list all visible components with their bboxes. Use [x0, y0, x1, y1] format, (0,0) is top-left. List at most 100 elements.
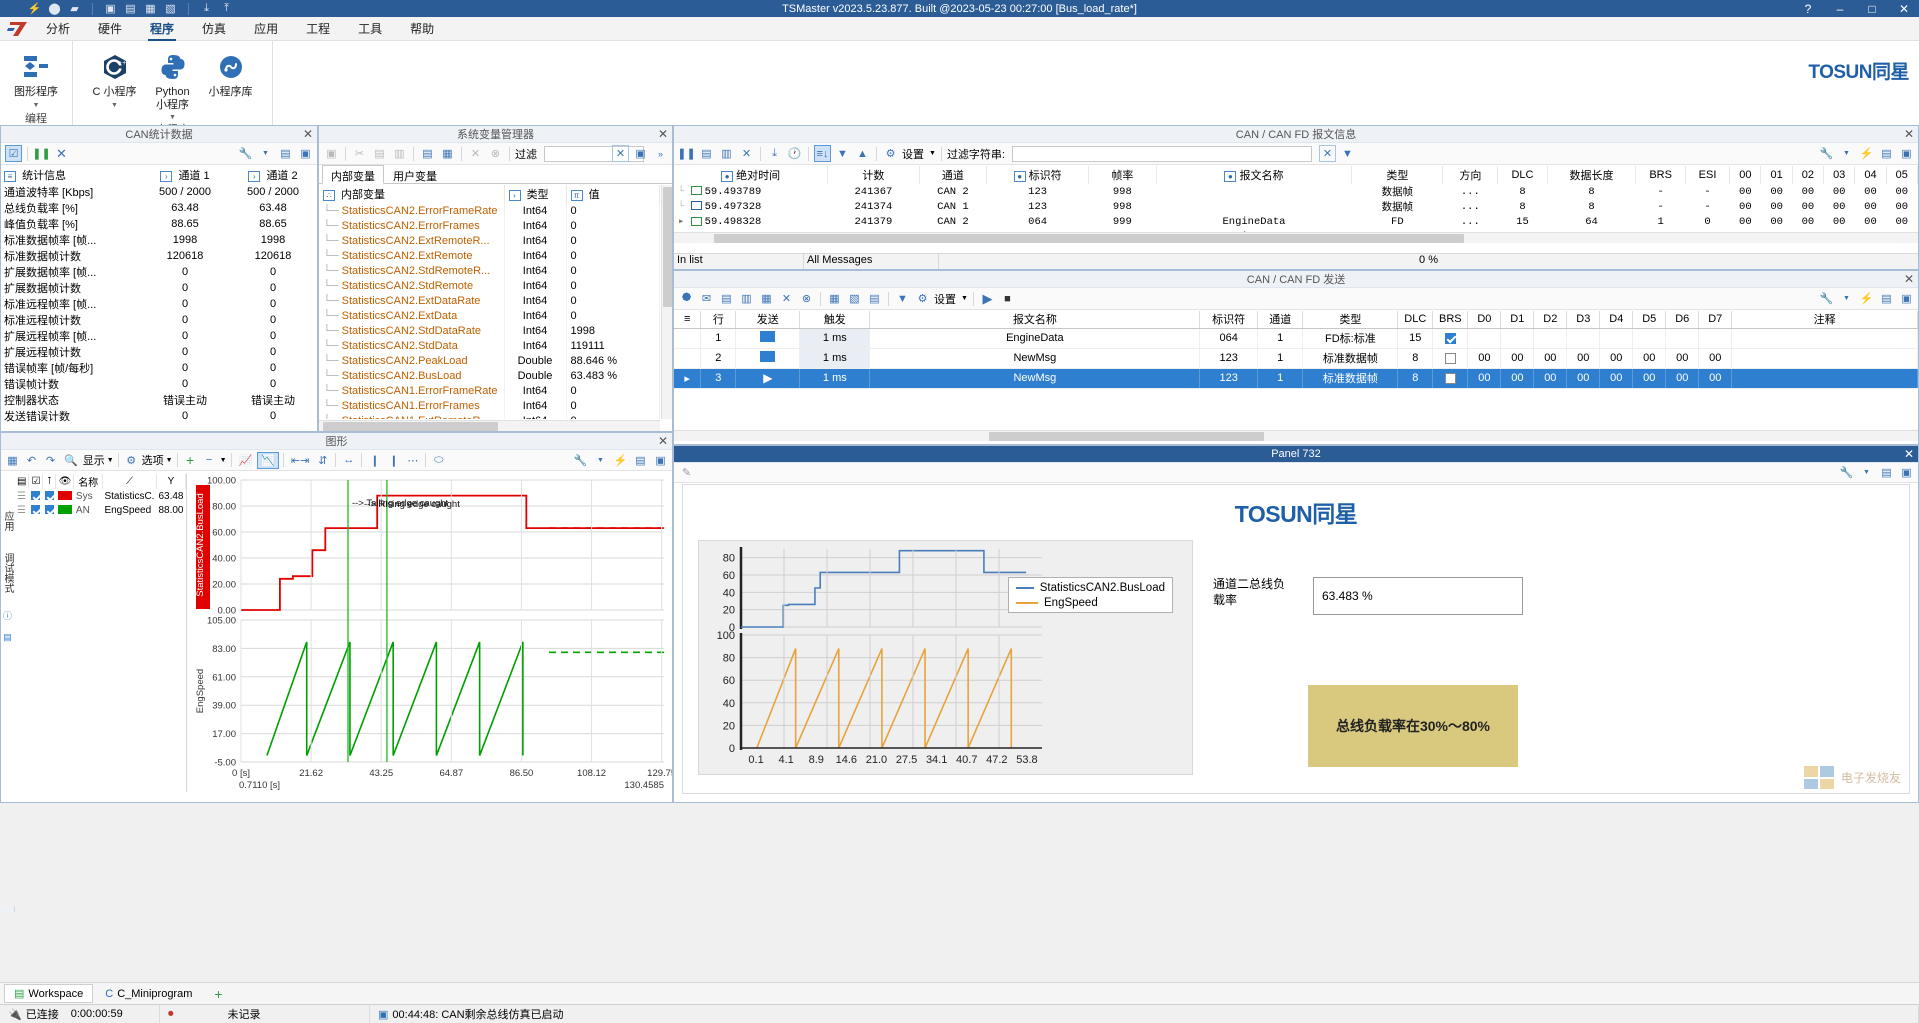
table-row[interactable]: └─ StatisticsCAN2.BusLoad Double 63.483 …: [319, 368, 660, 383]
more-icon[interactable]: »: [652, 145, 669, 162]
table-row[interactable]: 标准远程帧计数 0 0: [1, 312, 317, 328]
add-signal-icon[interactable]: +: [182, 452, 199, 469]
undo-icon[interactable]: ↶: [23, 452, 40, 469]
col-header-2[interactable]: 通道: [919, 166, 988, 184]
tx-message-name[interactable]: NewMsg: [869, 368, 1201, 389]
col-header-11[interactable]: D1: [1500, 311, 1535, 329]
filter-icon[interactable]: ▼: [1339, 145, 1356, 162]
pause-icon[interactable]: ❚❚: [677, 145, 695, 162]
table-row[interactable]: 扩展数据帧率 [帧... 0 0: [1, 264, 317, 280]
record-icon[interactable]: ⬤: [48, 2, 61, 15]
filter-icon[interactable]: ▼: [894, 290, 911, 307]
table-row[interactable]: └─ StatisticsCAN2.ExtRemoteR... Int64 0: [319, 233, 660, 248]
legend-drag-handle[interactable]: ☰: [15, 503, 29, 517]
chevron-down-icon[interactable]: ▼: [1838, 145, 1855, 162]
side-tab-application[interactable]: 应用: [0, 505, 16, 537]
table-row[interactable]: └─ StatisticsCAN2.PeakLoad Double 88.646…: [319, 353, 660, 368]
gear-icon[interactable]: ⚙: [914, 290, 931, 307]
table-row[interactable]: └─ StatisticsCAN2.StdData Int64 119111: [319, 338, 660, 353]
popout-icon[interactable]: ▣: [1898, 464, 1915, 481]
download-icon[interactable]: ⤓: [200, 2, 213, 15]
popout-icon[interactable]: ▣: [652, 452, 669, 469]
delete-icon[interactable]: ✕: [467, 145, 484, 162]
tx-data-byte[interactable]: 00: [1665, 368, 1700, 389]
table-row[interactable]: 峰值负载率 [%] 88.65 88.65: [1, 216, 317, 232]
popout-icon[interactable]: ▣: [297, 145, 314, 162]
col-header-5[interactable]: ● 报文名称: [1156, 166, 1353, 184]
sort-desc-icon[interactable]: ▼: [834, 145, 851, 162]
menu-item-hardware[interactable]: 硬件: [84, 17, 136, 40]
col-header-14[interactable]: D4: [1599, 311, 1634, 329]
can-message-settings-label[interactable]: 设置: [902, 146, 924, 162]
close-icon[interactable]: ✕: [658, 127, 668, 141]
close-button[interactable]: ✕: [1893, 2, 1915, 16]
col-header-18[interactable]: 注释: [1731, 311, 1918, 329]
tx-channel[interactable]: 1: [1257, 348, 1304, 369]
table-row[interactable]: 标准数据帧计数 120618 120618: [1, 248, 317, 264]
col-header-4[interactable]: 帧率: [1088, 166, 1157, 184]
tx-identifier[interactable]: 064: [1199, 328, 1259, 349]
table-row[interactable]: 11 ms EngineData 064 1 FD标:标准 15: [674, 328, 1918, 349]
table-row[interactable]: 扩展数据帧计数 0 0: [1, 280, 317, 296]
clear-icon[interactable]: ✕: [738, 145, 755, 162]
zoom-icon[interactable]: 🔍: [61, 452, 81, 469]
graph-display-label[interactable]: 显示: [83, 452, 105, 468]
tx-data-byte[interactable]: 00: [1533, 348, 1568, 369]
line-chart-icon[interactable]: 📈: [236, 452, 256, 469]
lightning-icon[interactable]: ⚡: [1858, 290, 1875, 307]
clear-filter-icon[interactable]: ✕: [1319, 145, 1336, 162]
list-item[interactable]: ☰ AN EngSpeed 88.00: [15, 503, 186, 517]
tx-brs-checkbox[interactable]: [1432, 328, 1469, 349]
can-message-horizontal-scrollbar[interactable]: [674, 232, 1918, 243]
col-header-12[interactable]: D2: [1533, 311, 1568, 329]
col-header-17[interactable]: D7: [1698, 311, 1733, 329]
paste-icon[interactable]: ▥: [391, 145, 408, 162]
tx-comment[interactable]: [1731, 368, 1918, 389]
graph-options-label[interactable]: 选项: [142, 452, 164, 468]
tab-user-variables[interactable]: 用户变量: [384, 165, 446, 183]
fit-horizontal-icon[interactable]: ⇤⇥: [288, 452, 312, 469]
table-row[interactable]: 扩展远程帧率 [帧... 0 0: [1, 328, 317, 344]
table-row[interactable]: 标准数据帧率 [帧... 1998 1998: [1, 232, 317, 248]
new-icon[interactable]: ▣: [104, 2, 117, 15]
export-icon[interactable]: ▤: [632, 452, 649, 469]
table-row[interactable]: 控制器状态 错误主动 错误主动: [1, 392, 317, 408]
busload-value-box[interactable]: 63.483 %: [1313, 577, 1523, 615]
tx-data-byte[interactable]: 00: [1500, 368, 1535, 389]
popout-icon[interactable]: ▣: [1898, 290, 1915, 307]
col-header-5[interactable]: 标识符: [1199, 311, 1259, 329]
tx-data-byte[interactable]: [1566, 328, 1601, 349]
add-message-icon[interactable]: ⯄: [678, 290, 695, 307]
play-icon[interactable]: ▶: [979, 290, 996, 307]
c-miniprogram-tab[interactable]: C C_Miniprogram: [95, 985, 202, 1003]
clear-icon[interactable]: ✕: [53, 145, 70, 162]
envelope-icon[interactable]: ✉: [698, 290, 715, 307]
col-header-9[interactable]: BRS: [1432, 311, 1469, 329]
wrench-icon[interactable]: 🔧: [1818, 290, 1835, 307]
popout-icon[interactable]: ▣: [1898, 145, 1915, 162]
upload-icon[interactable]: ⤒: [220, 2, 233, 15]
tx-trigger[interactable]: 1 ms: [799, 368, 871, 389]
col-header-8[interactable]: DLC: [1497, 166, 1548, 184]
close-icon[interactable]: ✕: [1904, 272, 1914, 286]
marker-icon[interactable]: ❙: [366, 452, 383, 469]
menu-item-tools[interactable]: 工具: [344, 17, 396, 40]
table-row[interactable]: └─ StatisticsCAN2.ExtRemote Int64 0: [319, 248, 660, 263]
table-row[interactable]: ▸ 3 ▶ 1 ms NewMsg 123 1 标准数据帧 8 00 00 00 00 00 00 00 00: [674, 368, 1918, 389]
chevron-down-icon[interactable]: ▼: [169, 114, 176, 121]
save-icon[interactable]: ▦: [144, 2, 157, 15]
options-icon[interactable]: ⚙: [123, 452, 140, 469]
close-icon[interactable]: ✕: [1904, 127, 1914, 141]
legend-visible-checkbox[interactable]: [43, 489, 56, 503]
table-row[interactable]: └─ StatisticsCAN2.ExtDataRate Int64 0: [319, 293, 660, 308]
tx-type[interactable]: 标准数据帧: [1302, 368, 1399, 389]
menu-item-application[interactable]: 应用: [240, 17, 292, 40]
table-row[interactable]: └─ StatisticsCAN2.ErrorFrames Int64 0: [319, 218, 660, 233]
col-header-16[interactable]: D6: [1665, 311, 1700, 329]
clear-all-icon[interactable]: ⊗: [487, 145, 504, 162]
python-miniprogram-button[interactable]: Python 小程序 ▼: [145, 45, 201, 121]
tx-trigger[interactable]: 1 ms: [799, 328, 871, 349]
tx-data-byte[interactable]: 00: [1632, 368, 1667, 389]
clear-all-icon[interactable]: ⊗: [798, 290, 815, 307]
col-header-10[interactable]: D0: [1467, 311, 1502, 329]
